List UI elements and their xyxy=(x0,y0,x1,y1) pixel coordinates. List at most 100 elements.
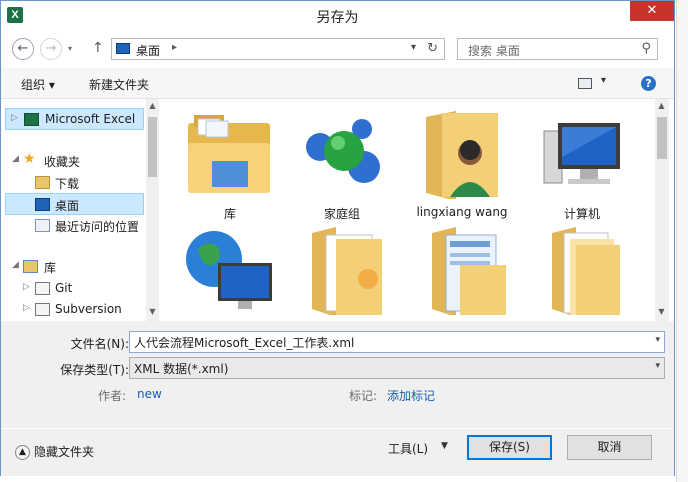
file-name: lingxiang wang xyxy=(416,205,508,219)
save-as-dialog: X 另存为 ✕ ← → ▾ ↑ 桌面 ▸ ▾ ↻ 搜索 桌面 ⚲ 组织 ▾ 新建… xyxy=(0,0,675,476)
file-list-scrollbar[interactable]: ▲ ▼ xyxy=(655,99,669,321)
scroll-up-icon[interactable]: ▲ xyxy=(146,101,159,110)
author-field[interactable]: new xyxy=(137,387,162,401)
scroll-up-icon[interactable]: ▲ xyxy=(655,101,668,110)
help-icon[interactable]: ? xyxy=(641,76,656,91)
scroll-down-icon[interactable]: ▼ xyxy=(655,307,668,316)
expand-icon[interactable]: ▷ xyxy=(23,282,30,292)
sidebar-item-subversion[interactable]: ▷ Subversion xyxy=(1,299,145,321)
folder-icon xyxy=(552,227,620,315)
recent-locations-dropdown[interactable]: ▾ xyxy=(68,44,72,53)
sidebar-item-label: Subversion xyxy=(55,302,122,316)
new-folder-button[interactable]: 新建文件夹 xyxy=(89,76,149,93)
dialog-title: 另存为 xyxy=(316,10,359,26)
filetype-label: 保存类型(T): xyxy=(60,363,129,377)
tags-field[interactable]: 添加标记 xyxy=(387,387,435,404)
close-button[interactable]: ✕ xyxy=(630,1,674,21)
background-window-edge xyxy=(676,0,688,482)
sidebar-item-desktop[interactable]: 桌面 xyxy=(5,193,144,215)
address-bar[interactable]: 桌面 ▸ ▾ ↻ xyxy=(111,38,445,60)
libraries-folder-icon xyxy=(188,115,270,193)
scrollbar-thumb[interactable] xyxy=(657,117,667,159)
list-item[interactable]: 家庭组 xyxy=(274,103,394,221)
cancel-button[interactable]: 取消 xyxy=(567,435,652,460)
filetype-value[interactable]: XML 数据(*.xml) xyxy=(134,362,228,376)
excel-icon xyxy=(24,113,39,126)
sidebar-item-git[interactable]: ▷ Git xyxy=(1,278,145,300)
libraries-icon xyxy=(23,260,38,273)
tags-label: 标记: xyxy=(349,389,378,403)
sidebar-item-label: 下载 xyxy=(55,177,80,191)
organize-menu[interactable]: 组织 ▾ xyxy=(21,76,55,93)
up-button[interactable]: ↑ xyxy=(92,40,104,56)
title-bar: X 另存为 ✕ xyxy=(1,1,674,32)
chevron-down-icon[interactable]: ▾ xyxy=(655,335,660,345)
desktop-icon xyxy=(35,198,50,211)
folder-icon xyxy=(432,227,506,315)
chevron-up-icon: ▲ xyxy=(15,445,30,460)
forward-button[interactable]: → xyxy=(40,38,62,60)
save-button[interactable]: 保存(S) xyxy=(467,435,552,460)
list-item[interactable] xyxy=(404,219,524,321)
sidebar-item-microsoft-excel[interactable]: ▷ Microsoft Excel xyxy=(5,108,144,130)
list-item[interactable]: lingxiang wang xyxy=(394,103,514,221)
scrollbar-thumb[interactable] xyxy=(148,117,157,177)
expand-icon[interactable]: ▷ xyxy=(23,303,30,313)
tools-menu[interactable]: 工具(L) xyxy=(388,440,428,457)
dialog-footer: ▲ 隐藏文件夹 工具(L) ▼ 保存(S) 取消 xyxy=(1,429,674,476)
chevron-right-icon[interactable]: ▸ xyxy=(172,42,177,53)
chevron-down-icon[interactable]: ▾ xyxy=(655,361,660,371)
star-icon: ★ xyxy=(23,151,36,167)
filetype-select[interactable]: XML 数据(*.xml) ▾ xyxy=(129,357,665,379)
chevron-down-icon[interactable]: ▼ xyxy=(441,441,448,451)
filename-field[interactable]: 人代会流程Microsoft_Excel_工作表.xml ▾ xyxy=(129,331,665,353)
filename-label: 文件名(N): xyxy=(70,337,129,351)
filetype-row: 保存类型(T): XML 数据(*.xml) ▾ xyxy=(1,357,674,381)
search-input[interactable]: 搜索 桌面 ⚲ xyxy=(457,38,658,60)
sidebar-item-favorites[interactable]: ◢ ★ 收藏夹 xyxy=(1,150,145,172)
search-icon[interactable]: ⚲ xyxy=(641,41,651,56)
network-icon xyxy=(186,231,272,309)
computer-icon xyxy=(543,123,620,184)
recent-places-icon xyxy=(35,219,50,232)
navigation-pane: ▷ Microsoft Excel ◢ ★ 收藏夹 下载 桌面 最近访问的位置 … xyxy=(1,99,159,321)
sidebar-item-libraries[interactable]: ◢ 库 xyxy=(1,256,145,278)
sidebar-item-label: 最近访问的位置 xyxy=(55,220,140,234)
expand-icon[interactable]: ▷ xyxy=(11,113,18,123)
desktop-icon xyxy=(116,43,130,54)
address-row: ← → ▾ ↑ 桌面 ▸ ▾ ↻ 搜索 桌面 ⚲ xyxy=(1,32,674,68)
list-item[interactable]: 库 xyxy=(162,103,282,221)
collapse-icon[interactable]: ◢ xyxy=(12,154,19,164)
sidebar-item-label: 桌面 xyxy=(55,199,80,213)
list-item[interactable] xyxy=(524,219,644,321)
address-location[interactable]: 桌面 xyxy=(136,42,160,59)
metadata-row: 作者: new 标记: 添加标记 xyxy=(1,385,674,405)
library-icon xyxy=(35,282,50,295)
list-item[interactable] xyxy=(284,219,404,321)
list-item[interactable]: 计算机 xyxy=(514,103,634,221)
sidebar-item-downloads[interactable]: 下载 xyxy=(1,172,145,194)
search-placeholder: 搜索 桌面 xyxy=(468,44,520,58)
collapse-icon[interactable]: ◢ xyxy=(12,260,19,270)
command-bar: 组织 ▾ 新建文件夹 ▾ ? xyxy=(1,68,674,99)
sidebar-item-label: Git xyxy=(55,281,73,295)
author-label: 作者: xyxy=(98,389,127,403)
chevron-down-icon[interactable]: ▾ xyxy=(601,75,606,86)
save-form-area: 文件名(N): 人代会流程Microsoft_Excel_工作表.xml ▾ 保… xyxy=(1,321,674,428)
hide-folders-button[interactable]: ▲ 隐藏文件夹 xyxy=(15,443,94,460)
filename-row: 文件名(N): 人代会流程Microsoft_Excel_工作表.xml ▾ xyxy=(1,331,674,355)
user-folder-icon xyxy=(426,111,498,199)
library-icon xyxy=(35,303,50,316)
back-button[interactable]: ← xyxy=(12,38,34,60)
list-item[interactable] xyxy=(162,219,282,321)
folder-icon xyxy=(312,227,382,315)
view-options-icon[interactable] xyxy=(578,78,592,89)
chevron-down-icon[interactable]: ▾ xyxy=(411,42,416,53)
sidebar-item-label: 库 xyxy=(44,261,57,275)
scroll-down-icon[interactable]: ▼ xyxy=(146,307,159,316)
navigation-scrollbar[interactable]: ▲ ▼ xyxy=(146,99,159,321)
refresh-icon[interactable]: ↻ xyxy=(427,41,438,56)
sidebar-item-recent-places[interactable]: 最近访问的位置 xyxy=(1,215,145,237)
filename-value[interactable]: 人代会流程Microsoft_Excel_工作表.xml xyxy=(134,336,354,350)
sidebar-item-label: 收藏夹 xyxy=(44,155,81,169)
